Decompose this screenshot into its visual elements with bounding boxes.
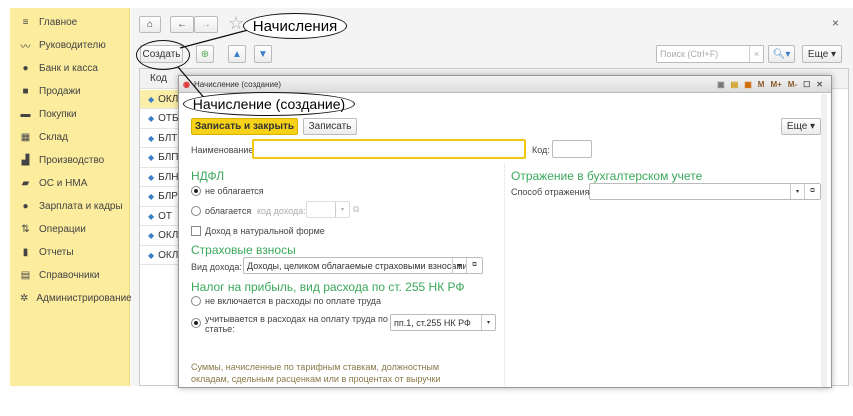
callout-lines: [177, 29, 249, 101]
callout-create: [136, 40, 190, 70]
callout-form-title: Начисление (создание): [183, 92, 355, 116]
callout-list-title: Начисления: [243, 13, 347, 39]
